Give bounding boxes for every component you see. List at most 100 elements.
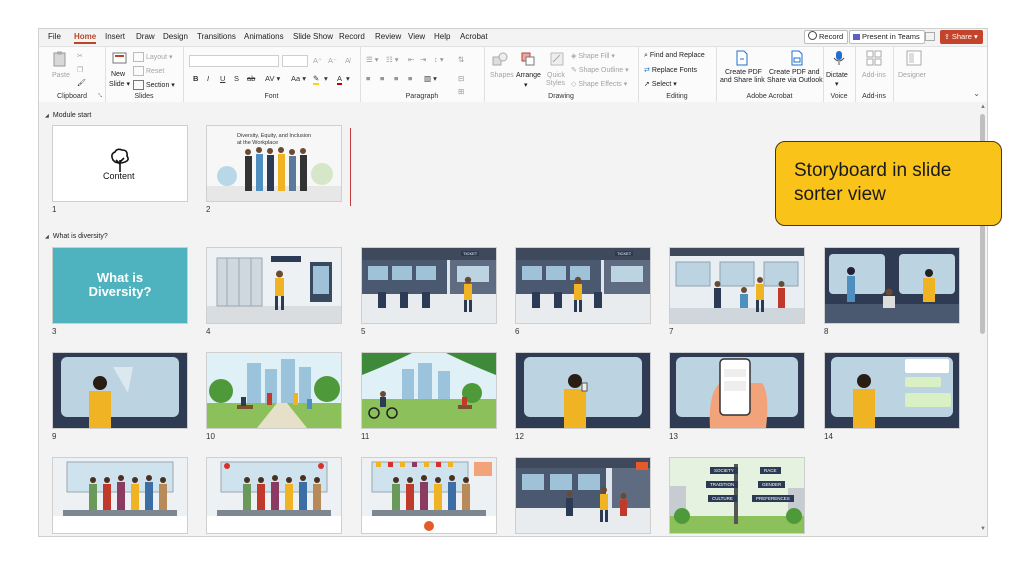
tab-insert[interactable]: Insert — [105, 32, 125, 41]
slide-thumbnail-11[interactable] — [361, 352, 497, 429]
change-case-button[interactable]: Aa ▾ — [291, 74, 306, 83]
shape-fill-button[interactable]: ◈ Shape Fill ▾ — [571, 52, 615, 60]
clear-format-icon[interactable]: A̸ — [345, 56, 350, 65]
slide-thumbnail-14[interactable] — [824, 352, 960, 429]
share-button[interactable]: ⇪ Share ▾ — [940, 30, 983, 44]
bold-button[interactable]: B — [193, 74, 198, 83]
present-in-teams-button[interactable]: Present in Teams — [849, 30, 925, 44]
slide-number: 12 — [515, 432, 524, 441]
align-center-icon[interactable]: ≡ — [380, 74, 384, 83]
comment-icon[interactable] — [925, 32, 935, 41]
create-pdf-outlook-label-2[interactable]: Share via Outlook — [767, 77, 823, 84]
align-text-icon[interactable]: ⊟ — [458, 74, 464, 83]
designer-button[interactable]: Designer — [898, 72, 926, 79]
tab-design[interactable]: Design — [163, 32, 188, 41]
shape-effects-button[interactable]: ◇ Shape Effects ▾ — [571, 80, 627, 88]
addins-button[interactable]: Add-ins — [862, 72, 886, 79]
slide-thumbnail-5[interactable]: TICKET — [361, 247, 497, 324]
section-header-what-is-diversity[interactable]: ◢ What is diversity? — [45, 233, 108, 240]
dictate-dropdown[interactable]: ▾ — [835, 80, 839, 88]
create-pdf-share-link-label-2[interactable]: and Share link — [720, 77, 765, 84]
scroll-up-arrow[interactable]: ▲ — [980, 104, 986, 110]
slide-thumbnail-19[interactable]: SOCIETY RACE TRADITION GENDER CULTURE PR… — [669, 457, 805, 534]
tab-record[interactable]: Record — [339, 32, 365, 41]
section-button[interactable]: Section ▾ — [133, 80, 175, 90]
create-pdf-outlook-button[interactable]: Create PDF and — [769, 69, 820, 76]
tab-help[interactable]: Help — [434, 32, 450, 41]
cut-icon[interactable]: ✂ — [77, 52, 83, 60]
highlight-dropdown[interactable]: ▾ — [324, 74, 328, 83]
slide-thumbnail-7[interactable] — [669, 247, 805, 324]
tab-review[interactable]: Review — [375, 32, 401, 41]
find-replace-button[interactable]: ⌕ Find and Replace — [644, 52, 705, 60]
justify-icon[interactable]: ≡ — [408, 74, 412, 83]
font-name-box[interactable] — [189, 55, 279, 67]
strikethrough-button[interactable]: ab — [247, 74, 255, 83]
editing-label: Editing — [666, 93, 688, 100]
new-slide-button[interactable]: New — [111, 71, 125, 78]
quick-styles-button[interactable]: Quick — [547, 72, 565, 79]
slide-thumbnail-13[interactable] — [669, 352, 805, 429]
create-pdf-share-link-button[interactable]: Create PDF — [725, 69, 762, 76]
slide-thumbnail-18[interactable] — [515, 457, 651, 534]
section-header-module-start[interactable]: ◢ Module start — [45, 112, 91, 119]
tab-transitions[interactable]: Transitions — [197, 32, 236, 41]
dictate-button[interactable]: Dictate — [826, 72, 848, 79]
replace-fonts-button[interactable]: ⇄ Replace Fonts — [644, 66, 697, 74]
shape-outline-button[interactable]: ✎ Shape Outline ▾ — [571, 66, 629, 74]
numbering-icon[interactable]: ☷ ▾ — [386, 55, 399, 64]
format-painter-icon[interactable]: 🖌 — [77, 79, 86, 87]
tab-slide-show[interactable]: Slide Show — [293, 32, 333, 41]
tab-draw[interactable]: Draw — [136, 32, 155, 41]
slide-thumbnail-10[interactable] — [206, 352, 342, 429]
reset-button[interactable]: Reset — [133, 66, 164, 76]
font-color-dropdown[interactable]: ▾ — [346, 74, 350, 83]
bullets-icon[interactable]: ☰ ▾ — [366, 55, 379, 64]
slide-thumbnail-3[interactable]: What is Diversity? — [52, 247, 188, 324]
decrease-indent-icon[interactable]: ⇤ — [408, 55, 414, 64]
quick-styles-label-2[interactable]: Styles — [546, 80, 565, 87]
slide-thumbnail-12[interactable] — [515, 352, 651, 429]
copy-icon[interactable]: ❐ — [77, 66, 83, 74]
tab-file[interactable]: File — [48, 32, 61, 41]
character-spacing-button[interactable]: AV ▾ — [265, 74, 280, 83]
text-direction-icon[interactable]: ⇅ — [458, 55, 464, 64]
shadow-button[interactable]: S — [234, 74, 239, 83]
font-size-box[interactable] — [282, 55, 308, 67]
arrange-dropdown[interactable]: ▾ — [524, 81, 528, 89]
decrease-font-icon[interactable]: A⁻ — [328, 56, 337, 65]
slide-thumbnail-2[interactable]: Diversity, Equity, and Inclusion at the … — [206, 125, 342, 202]
select-button[interactable]: ➚ Select ▾ — [644, 80, 677, 88]
underline-button[interactable]: U — [220, 74, 225, 83]
tab-acrobat[interactable]: Acrobat — [460, 32, 488, 41]
columns-icon[interactable]: ▥ ▾ — [424, 74, 437, 83]
arrange-button[interactable]: Arrange — [516, 72, 541, 79]
slide-thumbnail-4[interactable] — [206, 247, 342, 324]
dialog-launcher-icon[interactable]: ⤡ — [98, 93, 102, 99]
paste-button[interactable]: Paste — [52, 72, 70, 79]
line-spacing-icon[interactable]: ↕ ▾ — [434, 55, 444, 64]
slide-thumbnail-8[interactable] — [824, 247, 960, 324]
tab-view[interactable]: View — [408, 32, 425, 41]
highlight-button[interactable]: ✎ — [313, 74, 320, 85]
record-button[interactable]: Record — [804, 30, 849, 44]
align-right-icon[interactable]: ≡ — [394, 74, 398, 83]
slide-thumbnail-17[interactable] — [361, 457, 497, 534]
layout-button[interactable]: Layout ▾ — [133, 52, 173, 62]
slide-thumbnail-9[interactable] — [52, 352, 188, 429]
new-slide-label-2[interactable]: Slide ▾ — [109, 80, 130, 88]
slide-thumbnail-16[interactable] — [206, 457, 342, 534]
collapse-ribbon-icon[interactable]: ⌄ — [973, 89, 980, 98]
font-color-button[interactable]: A — [337, 74, 343, 85]
slide-thumbnail-6[interactable]: TICKET — [515, 247, 651, 324]
increase-font-icon[interactable]: A⁺ — [313, 56, 322, 65]
tab-home[interactable]: Home — [74, 32, 97, 44]
italic-button[interactable]: I — [207, 74, 209, 83]
scroll-down-arrow[interactable]: ▼ — [980, 526, 986, 532]
align-left-icon[interactable]: ≡ — [366, 74, 370, 83]
slide-thumbnail-15[interactable] — [52, 457, 188, 534]
increase-indent-icon[interactable]: ⇥ — [420, 55, 426, 64]
slide-thumbnail-1[interactable]: Content — [52, 125, 188, 202]
shapes-button[interactable]: Shapes — [490, 72, 514, 79]
tab-animations[interactable]: Animations — [244, 32, 284, 41]
